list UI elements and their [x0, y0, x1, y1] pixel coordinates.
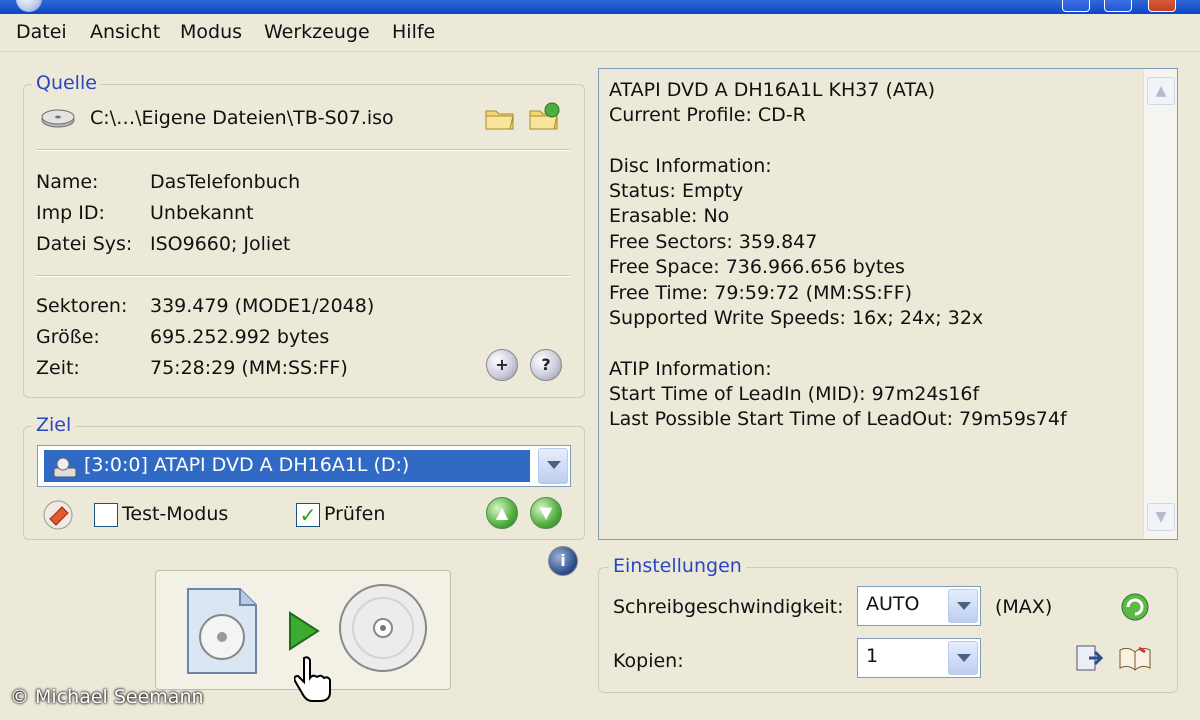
write-speed-label: Schreibgeschwindigkeit: [613, 596, 844, 618]
settings-group-label: Einstellungen [609, 555, 746, 577]
close-button[interactable] [1148, 0, 1176, 12]
info-line: Erasable: No [609, 205, 730, 227]
menu-bar: Datei Ansicht Modus Werkzeuge Hilfe [0, 14, 1200, 52]
copies-value: 1 [866, 645, 879, 667]
menu-hilfe[interactable]: Hilfe [392, 21, 435, 43]
menu-datei[interactable]: Datei [16, 21, 67, 43]
verify-checkbox[interactable]: ✓ [296, 503, 320, 527]
source-group-label: Quelle [32, 72, 101, 94]
info-scrollbar[interactable]: ▲ ▼ [1143, 69, 1177, 539]
divider [36, 149, 570, 151]
calculator-icon[interactable]: + [486, 349, 518, 381]
divider [36, 275, 570, 277]
minimize-button[interactable] [1062, 0, 1090, 12]
open-folder-icon[interactable] [484, 103, 516, 131]
copies-select[interactable]: 1 [857, 638, 981, 678]
imp-id-label: Imp ID: [36, 202, 105, 224]
info-line: Last Possible Start Time of LeadOut: 79m… [609, 408, 1067, 430]
info-line: Start Time of LeadIn (MID): 97m24s16f [609, 383, 980, 405]
menu-werkzeuge[interactable]: Werkzeuge [264, 21, 370, 43]
arrow-down-icon[interactable]: ▼ [530, 497, 562, 529]
target-drive-value: [3:0:0] ATAPI DVD A DH16A1L (D:) [44, 450, 530, 482]
maximize-button[interactable] [1104, 0, 1132, 12]
name-value: DasTelefonbuch [150, 171, 301, 193]
refresh-speed-icon[interactable] [1119, 590, 1153, 622]
info-line: Current Profile: CD-R [609, 104, 806, 126]
arrow-up-icon[interactable]: ▲ [486, 497, 518, 529]
play-arrow-icon [289, 611, 320, 651]
scroll-up-icon[interactable]: ▲ [1147, 77, 1175, 105]
info-line: ATAPI DVD A DH16A1L KH37 (ATA) [609, 79, 935, 101]
chevron-down-icon[interactable] [948, 589, 978, 623]
hand-cursor-icon [294, 656, 331, 702]
file-system-label: Datei Sys: [36, 233, 133, 255]
help-icon[interactable]: ? [530, 349, 562, 381]
test-mode-checkbox[interactable] [94, 503, 118, 527]
target-group-label: Ziel [32, 414, 76, 436]
app-logo-icon [16, 0, 42, 12]
eject-icon[interactable] [42, 499, 74, 531]
sectors-label: Sektoren: [36, 295, 128, 317]
imp-id-value: Unbekannt [150, 202, 254, 224]
source-path: C:\…\Eigene Dateien\TB-S07.iso [90, 107, 394, 129]
info-line: Supported Write Speeds: 16x; 24x; 32x [609, 307, 984, 329]
info-line: Disc Information: [609, 155, 772, 177]
info-line: Free Time: 79:59:72 (MM:SS:FF) [609, 282, 913, 304]
menu-ansicht[interactable]: Ansicht [90, 21, 160, 43]
test-mode-label: Test-Modus [122, 503, 229, 525]
copyright-watermark: © Michael Seemann [10, 686, 204, 708]
write-speed-value: AUTO [866, 593, 920, 615]
log-icon[interactable] [1073, 642, 1105, 674]
size-value: 695.252.992 bytes [150, 326, 330, 348]
image-file-icon [187, 588, 257, 674]
source-group: Quelle C:\…\Eigene Dateien\TB-S07.iso Na… [23, 72, 585, 398]
name-label: Name: [36, 171, 99, 193]
file-system-value: ISO9660; Joliet [150, 233, 291, 255]
scroll-down-icon[interactable]: ▼ [1147, 503, 1175, 531]
sectors-value: 339.479 (MODE1/2048) [150, 295, 375, 317]
info-line: Free Space: 736.966.656 bytes [609, 256, 905, 278]
chevron-down-icon[interactable] [538, 448, 568, 484]
verify-label: Prüfen [324, 503, 386, 525]
target-drive-select[interactable]: [3:0:0] ATAPI DVD A DH16A1L (D:) [37, 445, 571, 487]
disc-image-icon [41, 109, 75, 128]
target-group: Ziel [3:0:0] ATAPI DVD A DH16A1L (D:) Te… [23, 414, 585, 540]
info-line: Free Sectors: 359.847 [609, 231, 818, 253]
info-icon[interactable]: i [548, 546, 578, 576]
drive-info-panel[interactable]: ATAPI DVD A DH16A1L KH37 (ATA) Current P… [598, 68, 1178, 540]
copies-label: Kopien: [613, 650, 684, 672]
max-speed-text: (MAX) [995, 596, 1053, 618]
write-speed-select[interactable]: AUTO [857, 586, 981, 626]
info-line: Status: Empty [609, 180, 744, 202]
title-bar [0, 0, 1200, 14]
info-line: ATIP Information: [609, 358, 772, 380]
drive-icon [53, 457, 77, 478]
size-label: Größe: [36, 326, 100, 348]
chevron-down-icon[interactable] [948, 641, 978, 675]
book-icon[interactable] [1117, 644, 1153, 672]
settings-group: Einstellungen Schreibgeschwindigkeit: AU… [598, 555, 1178, 693]
menu-modus[interactable]: Modus [180, 21, 242, 43]
browse-folder-icon[interactable] [528, 101, 562, 131]
time-label: Zeit: [36, 357, 80, 379]
time-value: 75:28:29 (MM:SS:FF) [150, 357, 348, 379]
blank-disc-icon [339, 584, 427, 672]
